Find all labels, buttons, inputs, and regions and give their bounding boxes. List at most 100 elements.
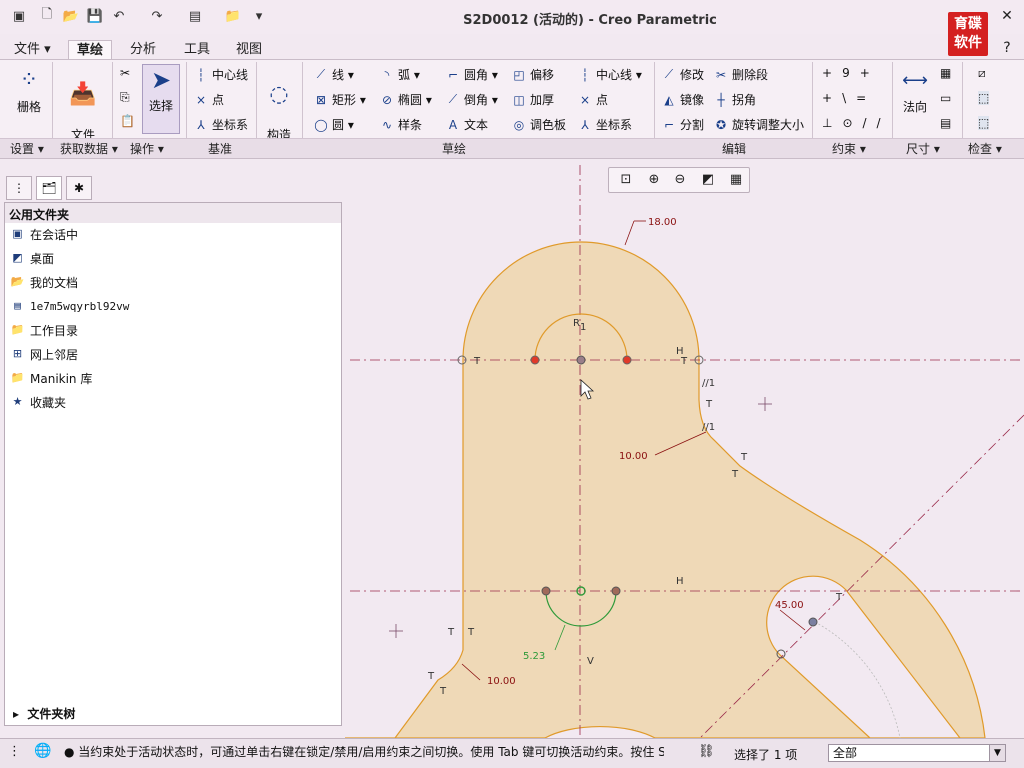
selection-filter-dropdown[interactable]: 全部 ▼ [828,744,1006,762]
symmetric-constraint-icon[interactable]: + [860,66,880,80]
thicken-button[interactable]: ◫ 加厚 [512,91,554,108]
parallel-constraint-icon[interactable]: // [863,116,891,130]
corner-button[interactable]: ┼ 拐角 [714,91,756,108]
zoom-out-icon[interactable]: ⊖ [670,170,690,190]
sketch-drawing[interactable]: 18.00 10.00 10.00 45.00 5.23 R1 H H V //… [345,160,1024,739]
folder-favorites[interactable]: ★ 收藏夹 [10,392,66,412]
tab-view[interactable]: 视图 [228,40,270,60]
datum-centerline-button[interactable]: ┆ 中心线 [194,66,248,83]
inspect-open-icon[interactable]: ⬚ [978,116,990,130]
folder-manikin[interactable]: 📁 Manikin 库 [10,368,93,388]
line-button[interactable]: ⟋ 线 ▾ [314,66,354,83]
rectangle-button[interactable]: ⊠ 矩形 ▾ [314,91,366,108]
open-file-icon[interactable]: 📂 [62,7,80,25]
delete-segment-button[interactable]: ✂ 删除段 [714,66,768,83]
tab-folder-browser[interactable]: 🗂 [36,176,62,200]
arc-button[interactable]: ◝ 弧 ▾ [380,66,420,83]
dim-angle[interactable]: 45.00 [775,600,804,611]
group-inspect[interactable]: 检查 ▾ [968,140,1002,157]
redo-icon[interactable]: ↷ [148,7,166,25]
help-icon[interactable]: ? [998,40,1016,56]
vertical-constraint-icon[interactable]: + [822,66,842,80]
constraint-row-3[interactable]: ⊥ ⊙// [822,116,891,130]
group-dimension[interactable]: 尺寸 ▾ [906,140,940,157]
sketch-canvas[interactable]: 18.00 10.00 10.00 45.00 5.23 R1 H H V //… [345,160,1024,739]
tab-model-tree[interactable]: ⋮ [6,176,32,200]
sketch-coordsys-button[interactable]: ⅄ 坐标系 [578,116,632,133]
constraint-row-2[interactable]: + \ = [822,91,876,105]
spline-button[interactable]: ∿ 样条 [380,116,422,133]
sketch-view-icon[interactable]: ◩ [698,170,718,190]
sketch-centerline-button[interactable]: ┆ 中心线 ▾ [578,66,641,83]
dim-tool-1-icon[interactable]: ▦ [940,66,951,80]
normal-dimension-button[interactable]: ⟷ 法向 [898,66,932,115]
folder-my-documents[interactable]: 📂 我的文档 [10,272,78,292]
folder-desktop[interactable]: ◩ 桌面 [10,248,54,268]
tangent-label: T [473,356,481,367]
folder-in-session[interactable]: ▣ 在会话中 [10,224,78,244]
datum-point-button[interactable]: × 点 [194,91,224,108]
midpoint-constraint-icon[interactable]: \ [842,91,856,105]
group-constraints[interactable]: 约束 ▾ [832,140,866,157]
copy-icon[interactable]: ⎘ [120,90,130,105]
save-icon[interactable]: 💾 [86,7,104,25]
selection-filter-icon[interactable]: ⛓ [698,744,715,759]
dim-fillet-left[interactable]: 10.00 [487,676,516,687]
customize-icon[interactable]: ▾ [250,7,268,25]
tab-favorites[interactable]: ✱ [66,176,92,200]
tab-analysis[interactable]: 分析 [122,40,164,60]
display-options-icon[interactable]: ▦ [726,170,746,190]
dim-top-radius[interactable]: 18.00 [648,217,677,228]
folder-working-dir[interactable]: 📁 工作目录 [10,320,78,340]
status-tree-icon[interactable]: ⋮ [8,744,21,759]
close-icon[interactable]: ✕ [998,8,1016,24]
sketch-point-button[interactable]: × 点 [578,91,608,108]
palette-button[interactable]: ◎ 调色板 [512,116,566,133]
undo-icon[interactable]: ↶ [110,7,128,25]
text-button[interactable]: A 文本 [446,116,488,133]
paste-icon[interactable]: 📋 [120,114,135,128]
dim-small-arc[interactable]: 5.23 [523,651,545,662]
reference-cross [758,397,772,411]
tab-tools[interactable]: 工具 [176,40,218,60]
perpendicular-constraint-icon[interactable]: ⊥ [822,116,842,130]
chamfer-button[interactable]: ⟋ 倒角 ▾ [446,91,498,108]
coincident-constraint-icon[interactable]: ⊙ [842,116,862,130]
folder-network[interactable]: ⊞ 网上邻居 [10,344,78,364]
rotate-resize-button[interactable]: ✪ 旋转调整大小 [714,116,804,133]
group-setup[interactable]: 设置 ▾ [10,140,44,157]
circle-button[interactable]: ◯ 圆 ▾ [314,116,354,133]
status-globe-icon[interactable]: 🌐 [34,743,51,759]
dim-fillet-right[interactable]: 10.00 [619,451,648,462]
fillet-button[interactable]: ⌐ 圆角 ▾ [446,66,498,83]
new-file-icon[interactable]: 🗋 [38,7,56,25]
dim-tool-3-icon[interactable]: ▤ [940,116,951,130]
mirror-button[interactable]: ◭ 镜像 [662,91,704,108]
inspect-shade-icon[interactable]: ⬚ [978,91,990,105]
folder-tree-toggle[interactable]: ▸ 文件夹树 [5,704,341,724]
inspect-overlap-icon[interactable]: ⧄ [978,66,986,81]
window-icon[interactable]: ▤ [186,7,204,25]
tab-sketch[interactable]: 草绘 [68,40,113,60]
folder-computer[interactable]: ▤ 1e7m5wqyrbl92vw [10,296,129,316]
horizontal-constraint-icon[interactable]: + [822,91,842,105]
ellipse-button[interactable]: ⊘ 椭圆 ▾ [380,91,432,108]
refit-icon[interactable]: ⊡ [616,170,636,190]
zoom-in-icon[interactable]: ⊕ [644,170,664,190]
close-window-icon[interactable]: 📁 [224,7,242,25]
cut-icon[interactable]: ✂ [120,66,130,80]
select-button[interactable]: ➤ 选择 [142,64,180,134]
group-get-data[interactable]: 获取数据 ▾ [60,140,118,157]
menu-file[interactable]: 文件 ▾ [6,40,59,60]
offset-button[interactable]: ◰ 偏移 [512,66,554,83]
tangent-constraint-icon[interactable]: 9 [842,66,860,80]
group-datum: 基准 [208,140,232,157]
datum-coordsys-button[interactable]: ⅄ 坐标系 [194,116,248,133]
group-operations[interactable]: 操作 ▾ [130,140,164,157]
divide-button[interactable]: ⌐ 分割 [662,116,704,133]
modify-button[interactable]: ⟋ 修改 [662,66,704,83]
constraint-row-1[interactable]: +9 + [822,66,880,80]
grid-button[interactable]: ⁘ 栅格 [10,66,48,115]
dim-tool-2-icon[interactable]: ▭ [940,91,951,105]
equal-constraint-icon[interactable]: = [856,91,876,105]
